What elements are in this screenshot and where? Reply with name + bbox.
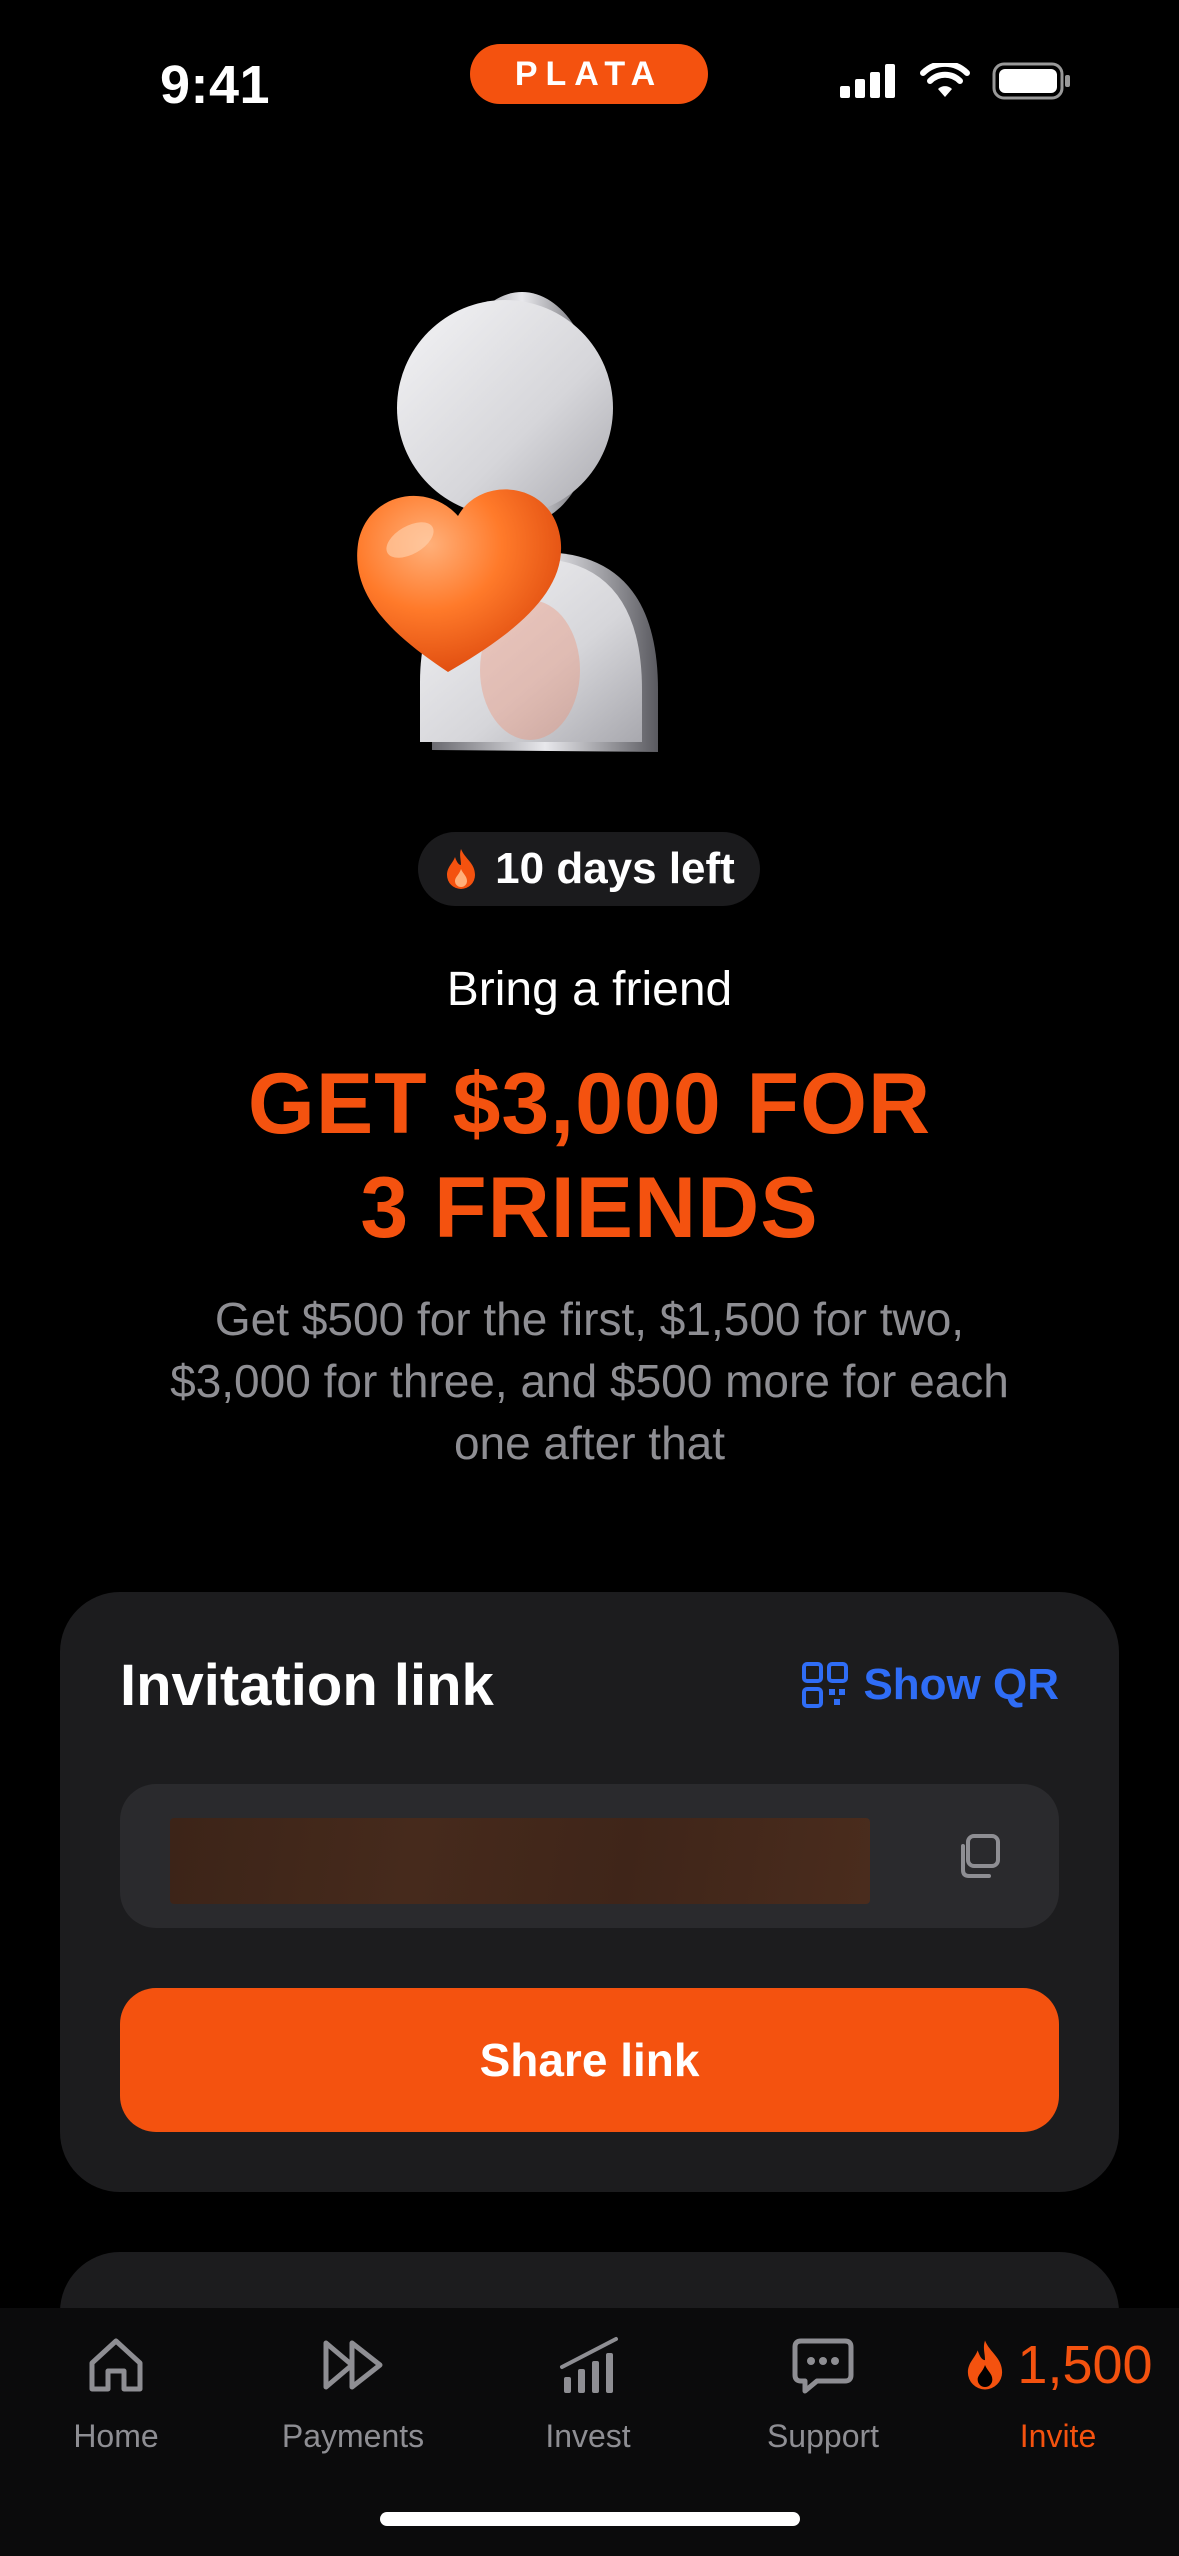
show-qr-button[interactable]: Show QR: [801, 1660, 1059, 1710]
tab-invite[interactable]: 1,500 Invite: [948, 2330, 1168, 2455]
share-link-button[interactable]: Share link: [120, 1988, 1059, 2132]
tab-payments[interactable]: Payments: [243, 2330, 463, 2455]
show-qr-label: Show QR: [863, 1660, 1059, 1709]
brand-pill: PLATA: [470, 44, 708, 104]
tab-invest-label: Invest: [545, 2418, 631, 2454]
days-left-text: 10 days left: [495, 844, 735, 893]
tab-payments-label: Payments: [281, 2418, 425, 2454]
headline-line-1: GET $3,000 FOR: [247, 1056, 932, 1152]
headline-line-2: 3 FRIENDS: [360, 1160, 819, 1256]
payments-icon: [323, 2340, 383, 2390]
invite-bonus-amount: 1,500: [963, 2330, 1153, 2400]
home-icon: [89, 2338, 143, 2392]
tab-invite-label: Invite: [1019, 2418, 1097, 2454]
status-time: 9:41: [160, 55, 271, 115]
friend-heart-illustration: [357, 292, 658, 752]
wifi-icon: [920, 63, 970, 97]
status-icons: [840, 62, 1072, 100]
tab-home-label: Home: [73, 2418, 159, 2454]
tab-invest[interactable]: Invest: [478, 2330, 698, 2455]
copy-icon[interactable]: [955, 1832, 1003, 1880]
status-bar: 9:41 PLATA: [0, 0, 1179, 170]
qr-code-icon: [802, 1662, 849, 1708]
promo-description: Get $500 for the first, $1,500 for two, …: [170, 1293, 1009, 1469]
tab-support[interactable]: Support: [713, 2330, 933, 2455]
invest-icon: [560, 2337, 618, 2393]
invitation-card: Invitation link Show QR Share link: [60, 1592, 1119, 2192]
invitation-title: Invitation link: [120, 1653, 494, 1718]
flame-icon: [447, 849, 476, 889]
invitation-link-redacted: [170, 1818, 870, 1904]
home-indicator[interactable]: [380, 2512, 800, 2526]
tab-home[interactable]: Home: [6, 2330, 226, 2455]
invite-amount-text: 1,500: [1017, 2335, 1153, 2395]
invitation-link-field[interactable]: [120, 1784, 1059, 1928]
promo-subtitle: Bring a friend: [446, 963, 733, 1016]
battery-icon: [992, 62, 1070, 100]
tab-support-label: Support: [766, 2418, 880, 2454]
flame-icon: [968, 2340, 1003, 2390]
support-icon: [792, 2338, 854, 2394]
promo-headline: GET $3,000 FOR 3 FRIENDS: [0, 1052, 1179, 1260]
cellular-signal-icon: [840, 64, 895, 98]
days-left-badge: 10 days left: [418, 832, 760, 906]
